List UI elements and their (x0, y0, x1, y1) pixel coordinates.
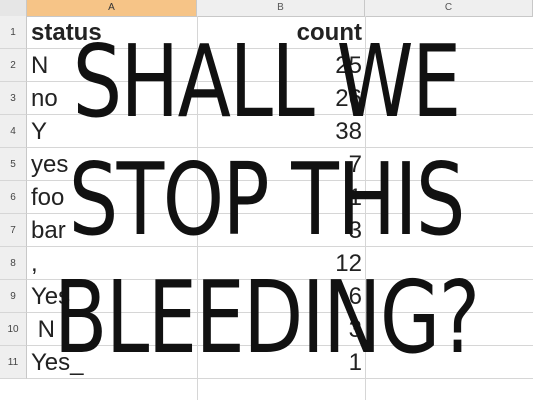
cell-status[interactable]: N (31, 49, 195, 82)
cell-count[interactable]: 3 (197, 214, 362, 247)
cell-status[interactable]: yes (31, 148, 195, 181)
spreadsheet: A B C 1 status count 2 N 25 3 no 26 4 Y 38 5 yes 7 6 foo… (0, 0, 533, 400)
cell-status[interactable]: Yes_ (31, 346, 195, 379)
row-header[interactable]: 3 (0, 82, 27, 115)
cell-count[interactable]: 1 (197, 181, 362, 214)
row-header[interactable]: 8 (0, 247, 27, 280)
column-header-b[interactable]: B (197, 0, 365, 16)
column-header-a[interactable]: A (27, 0, 197, 16)
cell-count[interactable]: 25 (197, 49, 362, 82)
cell-count[interactable]: count (197, 16, 362, 49)
row-header[interactable]: 11 (0, 346, 27, 379)
row-header[interactable]: 4 (0, 115, 27, 148)
cell-status[interactable]: Yes (31, 280, 195, 313)
cell-count[interactable]: 7 (197, 148, 362, 181)
select-all-corner[interactable] (0, 0, 27, 16)
cell-count[interactable]: 38 (197, 115, 362, 148)
cell-count[interactable]: 3 (197, 313, 362, 346)
cell-count[interactable]: 1 (197, 346, 362, 379)
cell-status[interactable]: N (31, 313, 195, 346)
cell-status[interactable]: status (31, 16, 195, 49)
cell-status[interactable]: , (31, 247, 195, 280)
cell-count[interactable]: 26 (197, 82, 362, 115)
cell-status[interactable]: no (31, 82, 195, 115)
row-header[interactable]: 2 (0, 49, 27, 82)
row-header[interactable]: 1 (0, 16, 27, 49)
cell-count[interactable]: 6 (197, 280, 362, 313)
column-gridline (365, 16, 366, 400)
row-header[interactable]: 5 (0, 148, 27, 181)
row-header[interactable]: 7 (0, 214, 27, 247)
row-header[interactable]: 6 (0, 181, 27, 214)
row-header[interactable]: 9 (0, 280, 27, 313)
cell-status[interactable]: bar (31, 214, 195, 247)
cell-count[interactable]: 12 (197, 247, 362, 280)
cell-status[interactable]: foo (31, 181, 195, 214)
column-header-c[interactable]: C (365, 0, 533, 16)
column-header-row: A B C (0, 0, 533, 17)
row-header[interactable]: 10 (0, 313, 27, 346)
cell-status[interactable]: Y (31, 115, 195, 148)
